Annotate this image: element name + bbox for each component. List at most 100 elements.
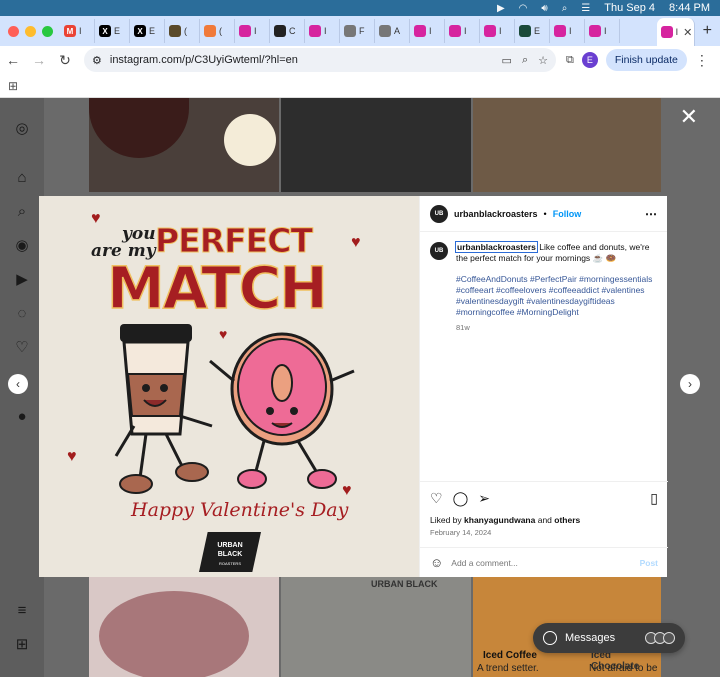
new-tab-button[interactable]: + (695, 22, 720, 40)
tab-5[interactable]: I (235, 19, 270, 43)
forward-icon[interactable]: → (26, 52, 52, 68)
url-text: instagram.com/p/C3UyiGwteml/?hl=en (109, 54, 298, 66)
bookmark-star-icon[interactable]: ☆ (538, 54, 548, 67)
zoom-icon[interactable]: ⌕ (522, 54, 528, 67)
wifi-icon[interactable]: ◠ (519, 3, 528, 14)
minimize-window-button[interactable] (25, 25, 36, 37)
tab-label: I (254, 26, 257, 36)
finish-update-button[interactable]: Finish update (605, 49, 687, 71)
control-center-icon[interactable]: ☰ (581, 3, 590, 14)
notifications-heart-icon[interactable]: ♡ (13, 339, 31, 357)
caption-time-ago: 81w (456, 323, 470, 332)
separator-dot: • (543, 208, 547, 219)
instagram-icon (484, 25, 496, 37)
tab-search-icon[interactable]: ⧉ (566, 54, 574, 67)
tab-15[interactable]: I (585, 19, 620, 43)
coffee-cup-image (89, 98, 189, 158)
profile-avatar-icon[interactable]: ● (13, 408, 31, 426)
post-caption: UB urbanblackroasters Like coffee and do… (420, 232, 667, 333)
emoji-picker-icon[interactable]: ☺ (430, 555, 443, 570)
instagram-logo-icon[interactable]: ◎ (13, 120, 31, 138)
latte-art-image (99, 591, 249, 677)
grid-tile-top-right[interactable] (473, 98, 661, 192)
next-post-icon[interactable]: › (680, 374, 700, 394)
more-options-icon[interactable]: ⋯ (645, 207, 657, 221)
tab-4[interactable]: ( (200, 19, 235, 43)
tab-13[interactable]: E (515, 19, 550, 43)
bookmarks-bar: ⊞ (0, 74, 720, 98)
tab-2[interactable]: XE (130, 19, 165, 43)
tab-9[interactable]: A (375, 19, 410, 43)
comment-input[interactable]: Add a comment... (451, 558, 518, 568)
site-info-icon[interactable]: ⚙ (92, 54, 102, 67)
browser-menu-icon[interactable]: ⋮ (695, 52, 709, 69)
close-window-button[interactable] (8, 25, 19, 37)
liked-by-others-link[interactable]: others (554, 515, 580, 525)
share-icon[interactable]: ➢ (478, 490, 490, 507)
tab-3[interactable]: ( (165, 19, 200, 43)
browser-tabstrip: M I X E X E((I C I F A I I I E I I I ✕ + (0, 16, 720, 46)
search-icon[interactable]: ⌕ (562, 3, 568, 14)
home-icon[interactable]: ⌂ (13, 169, 31, 187)
profile-avatar[interactable]: E (581, 52, 598, 68)
author-username[interactable]: urbanblackroasters (454, 209, 538, 219)
tab-7[interactable]: I (305, 19, 340, 43)
reels-icon[interactable]: ▶ (13, 271, 31, 289)
tab-6[interactable]: C (270, 19, 305, 43)
grid-tile-top-left[interactable] (89, 98, 279, 192)
more-menu-icon[interactable]: ≡ (13, 602, 31, 620)
grid-tile-top-mid[interactable] (281, 98, 471, 192)
tab-10[interactable]: I (410, 19, 445, 43)
maximize-window-button[interactable] (42, 25, 53, 37)
like-heart-icon[interactable]: ♡ (430, 490, 443, 507)
script-icon (379, 25, 391, 37)
also-from-meta-icon[interactable]: ⊞ (13, 636, 31, 654)
volume-icon[interactable]: 🔊︎ (541, 3, 547, 14)
gmail-icon: M (64, 25, 76, 37)
liked-by-user-link[interactable]: khanyagundwana (464, 515, 535, 525)
tab-11[interactable]: I (445, 19, 480, 43)
macos-menubar: ▶ ◠ 🔊︎ ⌕ ☰ Thu Sep 4 8:44 PM (0, 0, 720, 16)
caption-hashtags[interactable]: #CoffeeAndDonuts #PerfectPair #morninges… (456, 274, 657, 318)
tab-12[interactable]: I (480, 19, 515, 43)
tab-label: I (464, 26, 467, 36)
tab-active[interactable]: I ✕ (656, 18, 695, 46)
save-bookmark-icon[interactable]: ▯ (650, 490, 658, 507)
heart-decoration-icon: ♥ (351, 234, 361, 251)
comment-icon[interactable]: ◯ (453, 490, 469, 507)
search-icon[interactable]: ⌕ (13, 203, 31, 221)
apps-grid-icon[interactable]: ⊞ (8, 79, 18, 93)
close-tab-icon[interactable]: ✕ (683, 26, 692, 39)
explore-icon[interactable]: ◉ (13, 237, 31, 255)
artwork-match-text: MATCH (106, 253, 328, 323)
messenger-icon[interactable]: ◌ (13, 305, 31, 323)
previous-post-icon[interactable]: ‹ (8, 374, 28, 394)
post-image[interactable]: ♥ ♥ ♥ ♥ ♥ you are my PERFECT MATCH Happy… (39, 196, 419, 577)
grid-tile-bottom-left[interactable] (89, 577, 279, 677)
caption-username-link[interactable]: urbanblackroasters (455, 241, 538, 253)
caption-avatar[interactable]: UB (430, 242, 448, 260)
address-bar[interactable]: ⚙ instagram.com/p/C3UyiGwteml/?hl=en ▭ ⌕… (84, 48, 556, 72)
post-header: UB urbanblackroasters • Follow ⋯ (420, 196, 667, 232)
menubar-time: 8:44 PM (669, 2, 710, 14)
tab-14[interactable]: I (550, 19, 585, 43)
grid-tile-bottom-mid[interactable]: URBAN BLACK (281, 577, 471, 677)
close-modal-icon[interactable]: ✕ (680, 106, 698, 128)
messenger-icon (543, 631, 557, 645)
tab-label: F (359, 26, 365, 36)
tab-label: I (604, 26, 607, 36)
play-icon[interactable]: ▶ (497, 3, 505, 14)
author-avatar[interactable]: UB (430, 204, 448, 223)
back-icon[interactable]: ← (0, 52, 26, 68)
tab-8[interactable]: F (340, 19, 375, 43)
tab-label: I (324, 26, 327, 36)
tab-1[interactable]: XE (95, 19, 130, 43)
tab-0[interactable]: MI (60, 19, 95, 43)
cast-icon[interactable]: ▭ (502, 54, 512, 67)
messages-button[interactable]: Messages (533, 623, 685, 653)
site-icon (169, 25, 181, 37)
instagram-icon (309, 25, 321, 37)
post-comment-button[interactable]: Post (640, 558, 658, 568)
reload-icon[interactable]: ↻ (52, 52, 78, 69)
follow-button[interactable]: Follow (553, 209, 582, 219)
